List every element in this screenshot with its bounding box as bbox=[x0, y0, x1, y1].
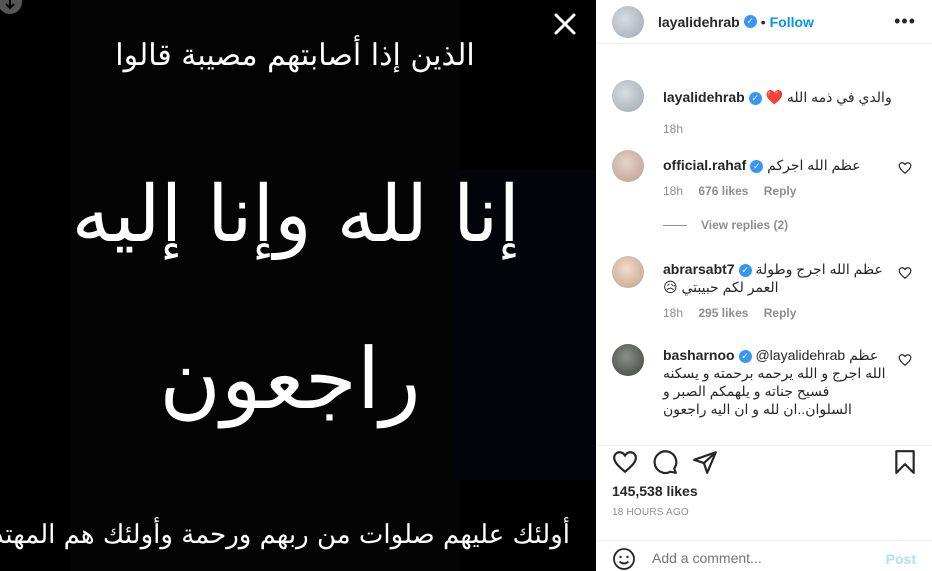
header-username[interactable]: layalidehrab bbox=[658, 14, 740, 30]
verified-badge-icon: ✓ bbox=[738, 263, 752, 277]
avatar[interactable] bbox=[612, 256, 644, 288]
caption-meta: 18h bbox=[663, 122, 695, 136]
comment-time[interactable]: 18h bbox=[663, 306, 683, 320]
verified-badge-icon: ✓ bbox=[738, 349, 752, 363]
comment-input[interactable] bbox=[652, 547, 872, 569]
reply-button[interactable]: Reply bbox=[764, 184, 797, 198]
view-replies-button[interactable]: View replies (2) bbox=[663, 218, 788, 232]
separator-dot: • bbox=[760, 13, 766, 30]
comment-username[interactable]: official.rahaf bbox=[663, 157, 746, 173]
like-comment-heart-icon[interactable] bbox=[898, 353, 912, 367]
like-comment-heart-icon[interactable] bbox=[898, 266, 912, 280]
comment-likes[interactable]: 295 likes bbox=[698, 306, 748, 320]
post-sidebar: layalidehrab ✓ • Follow ••• layalidehrab… bbox=[596, 0, 932, 571]
follow-button[interactable]: Follow bbox=[770, 14, 814, 30]
verified-badge-icon: ✓ bbox=[748, 91, 762, 105]
comment-time[interactable]: 18h bbox=[663, 184, 683, 198]
post-comment-button[interactable]: Post bbox=[886, 551, 916, 567]
post-timestamp[interactable]: 18 HOURS AGO bbox=[612, 507, 689, 518]
comment-bubble-icon[interactable] bbox=[652, 449, 678, 475]
verified-badge-icon: ✓ bbox=[750, 159, 764, 173]
avatar[interactable] bbox=[612, 80, 644, 112]
like-heart-icon[interactable] bbox=[612, 449, 638, 475]
add-comment-bar: Post bbox=[596, 540, 932, 571]
comment-username[interactable]: basharnoo bbox=[663, 347, 735, 363]
calligraphy-main-line-1: إنا لله وإنا إليه bbox=[71, 170, 520, 260]
avatar[interactable] bbox=[612, 150, 644, 182]
caption-username[interactable]: layalidehrab bbox=[663, 89, 745, 105]
post-header: layalidehrab ✓ • Follow ••• bbox=[596, 0, 932, 44]
image-panel bbox=[70, 0, 460, 571]
comment-body: official.rahaf ✓ عظم الله اجركم bbox=[663, 156, 893, 174]
comment-body: abrarsabt7 ✓ عظم الله اجرج وطولة العمر لك… bbox=[663, 260, 893, 296]
emoji-smiley-icon[interactable] bbox=[612, 547, 636, 571]
calligraphy-main-line-2: راجعون bbox=[159, 330, 421, 428]
comment-meta: 18h 295 likes Reply bbox=[663, 306, 808, 320]
caption-time[interactable]: 18h bbox=[663, 122, 683, 136]
caption-body: layalidehrab ✓ والدي في ذمه الله ❤️ bbox=[663, 88, 893, 106]
comment-body: basharnoo ✓ @layalidehrab عظم الله اجرج و… bbox=[663, 346, 893, 418]
avatar[interactable] bbox=[612, 344, 644, 376]
comment-meta: 18h 676 likes Reply bbox=[663, 184, 808, 198]
save-bookmark-icon[interactable] bbox=[892, 449, 918, 475]
caption-text: والدي في ذمه الله ❤️ bbox=[765, 89, 892, 105]
action-bar bbox=[596, 445, 932, 475]
calligraphy-top-line: الذين إذا أصابتهم مصيبة قالوا bbox=[115, 38, 475, 73]
post-dialog: الذين إذا أصابتهم مصيبة قالوا إنا لله وإ… bbox=[0, 0, 932, 571]
post-image[interactable]: الذين إذا أصابتهم مصيبة قالوا إنا لله وإ… bbox=[0, 0, 596, 571]
comment-text: عظم الله اجركم bbox=[767, 157, 861, 173]
verified-badge-icon: ✓ bbox=[743, 15, 757, 28]
close-icon[interactable] bbox=[553, 12, 577, 36]
download-icon[interactable] bbox=[0, 0, 28, 20]
like-comment-heart-icon[interactable] bbox=[898, 161, 912, 175]
calligraphy-bottom-line: أولئك عليهم صلوات من ربهم ورحمة وأولئك ه… bbox=[0, 520, 570, 550]
divider bbox=[663, 225, 687, 227]
reply-button[interactable]: Reply bbox=[764, 306, 797, 320]
comment-username[interactable]: abrarsabt7 bbox=[663, 261, 735, 277]
comments-list[interactable]: layalidehrab ✓ والدي في ذمه الله ❤️ 18h o… bbox=[596, 70, 932, 445]
avatar[interactable] bbox=[612, 5, 644, 38]
more-options-icon[interactable]: ••• bbox=[894, 11, 916, 32]
likes-count[interactable]: 145,538 likes bbox=[612, 483, 698, 499]
comment-likes[interactable]: 676 likes bbox=[698, 184, 748, 198]
share-paper-plane-icon[interactable] bbox=[692, 449, 718, 475]
view-replies-label: View replies (2) bbox=[701, 218, 789, 232]
